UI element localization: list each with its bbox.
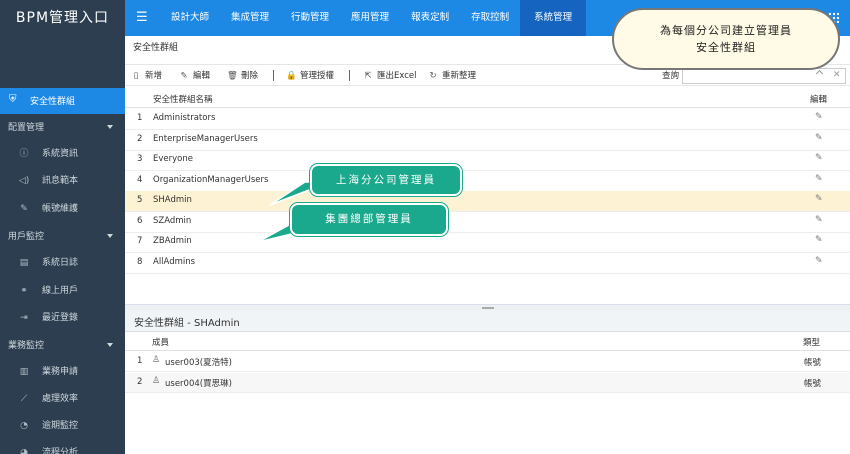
cloud-annotation: 為每個分公司建立管理員 安全性群組 — [612, 8, 840, 70]
callout-hq-admin: 集團總部管理員 — [290, 203, 448, 236]
callout-sh-admin: 上海分公司管理員 — [310, 164, 462, 196]
